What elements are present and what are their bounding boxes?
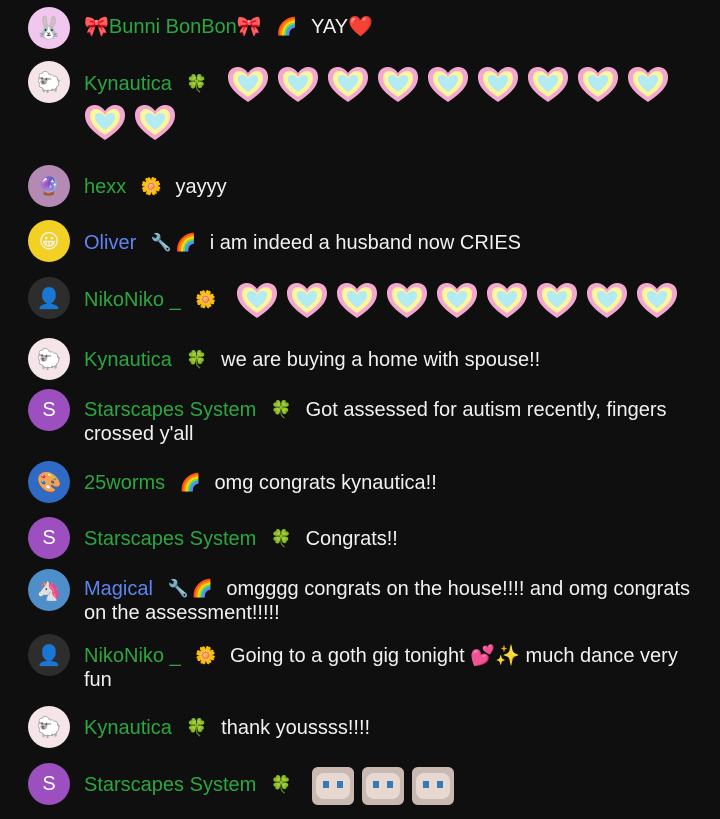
- flower-icon: 🌼: [195, 646, 217, 665]
- avatar[interactable]: 👤: [28, 277, 70, 319]
- avatar[interactable]: 🐑: [28, 61, 70, 103]
- heart-emoji: [327, 66, 369, 104]
- author-name[interactable]: Oliver: [84, 232, 136, 254]
- heart-emoji: [527, 66, 569, 104]
- wrench-icon: 🔧: [167, 579, 189, 598]
- rainbow-icon: 🌈: [276, 17, 298, 36]
- cat-emoji: [411, 767, 454, 805]
- heart-emoji: [227, 66, 269, 104]
- avatar[interactable]: S: [28, 763, 70, 805]
- message-text: i am indeed a husband now CRIES: [209, 232, 522, 254]
- author-name[interactable]: Magical: [84, 578, 153, 600]
- author-name[interactable]: Starscapes System: [84, 774, 256, 796]
- avatar[interactable]: 🔮: [28, 165, 70, 207]
- heart-emoji: [336, 282, 378, 320]
- clover-icon: 🍀: [186, 718, 208, 737]
- avatar[interactable]: 🐰: [28, 7, 70, 49]
- wrench-icon: 🔧: [150, 233, 172, 252]
- avatar[interactable]: S: [28, 517, 70, 559]
- author-name[interactable]: Kynautica: [84, 73, 172, 95]
- rainbow-icon: 🌈: [191, 579, 213, 598]
- clover-icon: 🍀: [186, 74, 208, 94]
- author-name[interactable]: NikoNiko _: [84, 289, 181, 311]
- heart-emoji: [84, 104, 126, 142]
- cat-emoji: [361, 767, 404, 805]
- avatar[interactable]: 🦄: [28, 569, 70, 611]
- avatar[interactable]: 👤: [28, 634, 70, 676]
- author-name[interactable]: Kynautica: [84, 349, 172, 371]
- clover-icon: 🍀: [270, 775, 293, 795]
- heart-emoji: [386, 282, 428, 320]
- emoji-group: [236, 283, 686, 318]
- emoji-group: [311, 767, 462, 805]
- heart-emoji: [536, 282, 578, 320]
- clover-icon: 🍀: [270, 400, 293, 419]
- avatar[interactable]: 🐑: [28, 338, 70, 380]
- avatar[interactable]: 😀: [28, 220, 70, 262]
- avatar[interactable]: S: [28, 389, 70, 431]
- flower-icon: 🌼: [140, 177, 162, 196]
- avatar[interactable]: 🎨: [28, 461, 70, 503]
- author-name[interactable]: hexx: [84, 176, 126, 198]
- message-text: Congrats!!: [305, 528, 398, 550]
- message-text: yayyy: [175, 176, 227, 198]
- heart-emoji: [377, 66, 419, 104]
- heart-emoji: [477, 66, 519, 104]
- heart-emoji: [427, 66, 469, 104]
- heart-emoji: [236, 282, 278, 320]
- author-name[interactable]: 25worms: [84, 472, 165, 494]
- cat-emoji: [311, 767, 354, 805]
- emoji-group: [84, 67, 677, 140]
- heart-emoji: [586, 282, 628, 320]
- message-text: thank youssss!!!!: [221, 717, 371, 739]
- rainbow-icon: 🌈: [179, 473, 201, 492]
- clover-icon: 🍀: [186, 350, 208, 369]
- heart-emoji: [636, 282, 678, 320]
- author-name[interactable]: Starscapes System: [84, 528, 256, 550]
- heart-emoji: [486, 282, 528, 320]
- heart-emoji: [134, 104, 176, 142]
- clover-icon: 🍀: [270, 529, 293, 548]
- message-text: omg congrats kynautica!!: [214, 472, 437, 494]
- author-name[interactable]: 🎀Bunni BonBon🎀: [84, 16, 262, 38]
- avatar[interactable]: 🐑: [28, 706, 70, 748]
- heart-emoji: [277, 66, 319, 104]
- heart-emoji: [436, 282, 478, 320]
- rainbow-icon: 🌈: [174, 233, 197, 252]
- flower-icon: 🌼: [195, 290, 217, 310]
- author-name[interactable]: Starscapes System: [84, 399, 256, 421]
- message-text: YAY❤️: [310, 16, 373, 38]
- author-name[interactable]: NikoNiko _: [84, 645, 181, 667]
- heart-emoji: [286, 282, 328, 320]
- heart-emoji: [627, 66, 669, 104]
- message-text: we are buying a home with spouse!!: [221, 349, 541, 371]
- author-name[interactable]: Kynautica: [84, 717, 172, 739]
- heart-emoji: [577, 66, 619, 104]
